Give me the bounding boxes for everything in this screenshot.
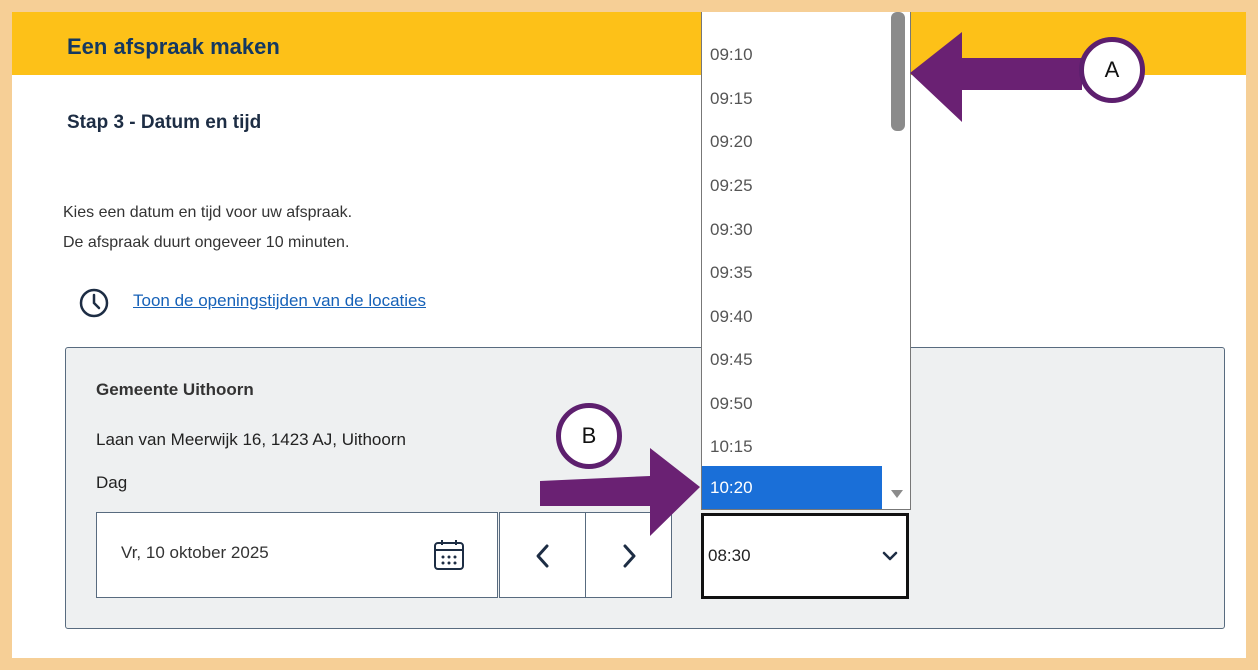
annotation-marker-a: A	[1079, 37, 1145, 103]
time-option-selected[interactable]: 10:20	[702, 466, 882, 509]
clock-icon	[79, 288, 109, 318]
day-label: Dag	[96, 473, 128, 492]
page-frame: Een afspraak maken Stap 3 - Datum en tij…	[12, 12, 1246, 658]
location-name: Gemeente Uithoorn	[96, 380, 254, 399]
step-title: Stap 3 - Datum en tijd	[67, 112, 262, 133]
time-option[interactable]: 09:20	[702, 120, 882, 164]
scrollbar-thumb[interactable]	[891, 12, 905, 131]
date-value: Vr, 10 oktober 2025	[121, 543, 269, 562]
time-option[interactable]: 09:15	[702, 77, 882, 121]
calendar-icon[interactable]	[432, 538, 466, 572]
intro-line-1: Kies een datum en tijd voor uw afspraak.	[63, 204, 353, 221]
time-dropdown-list[interactable]: 09:10 09:15 09:20 09:25 09:30 09:35 09:4…	[701, 12, 911, 510]
time-option[interactable]: 09:45	[702, 338, 882, 382]
time-option[interactable]: 09:25	[702, 164, 882, 208]
time-option[interactable]: 09:35	[702, 251, 882, 295]
chevron-down-icon	[882, 551, 898, 561]
location-address: Laan van Meerwijk 16, 1423 AJ, Uithoorn	[96, 430, 406, 449]
page-title: Een afspraak maken	[67, 34, 280, 59]
time-select-value: 08:30	[708, 546, 751, 565]
time-option[interactable]: 09:30	[702, 208, 882, 252]
header-bar: Een afspraak maken	[12, 12, 1246, 75]
date-picker-field[interactable]: Vr, 10 oktober 2025	[96, 512, 498, 598]
time-option[interactable]: 09:50	[702, 382, 882, 426]
scroll-down-arrow-icon[interactable]	[891, 489, 903, 499]
annotation-marker-b: B	[556, 403, 622, 469]
chevron-right-icon	[623, 544, 636, 568]
time-option[interactable]: 09:40	[702, 295, 882, 339]
time-option[interactable]: 10:15	[702, 425, 882, 469]
intro-line-2: De afspraak duurt ongeveer 10 minuten.	[63, 234, 350, 251]
previous-day-button[interactable]	[499, 512, 586, 598]
time-select[interactable]: 08:30	[701, 513, 909, 599]
location-card: Gemeente Uithoorn Laan van Meerwijk 16, …	[65, 347, 1225, 629]
next-day-button[interactable]	[585, 512, 672, 598]
chevron-left-icon	[536, 544, 549, 568]
time-option[interactable]: 09:10	[702, 33, 882, 77]
dropdown-scrollbar[interactable]	[883, 12, 910, 509]
opening-hours-link[interactable]: Toon de openingstijden van de locaties	[133, 291, 426, 311]
